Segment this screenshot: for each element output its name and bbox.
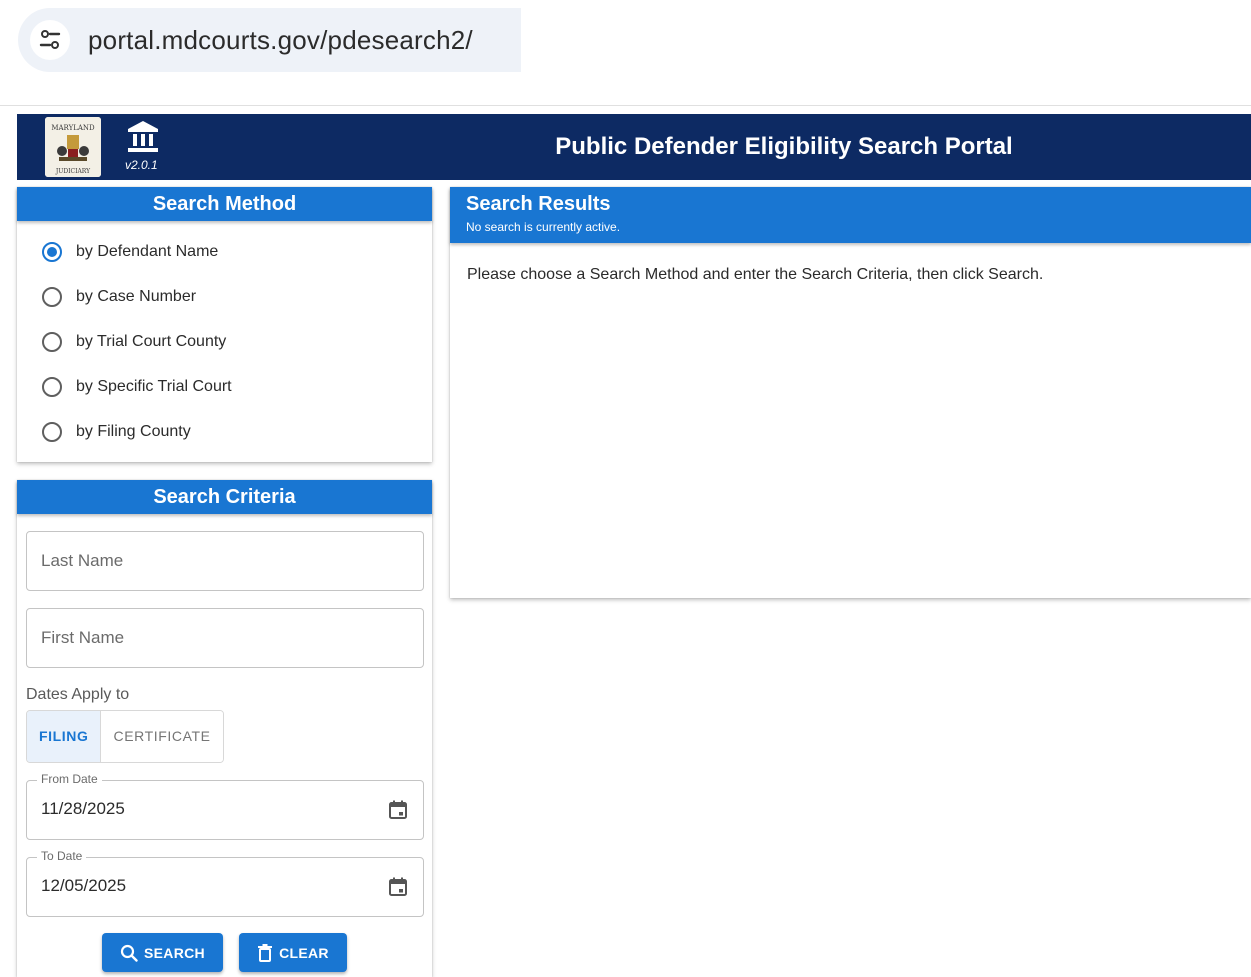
svg-text:JUDICIARY: JUDICIARY <box>55 168 91 175</box>
tune-icon[interactable] <box>30 20 70 60</box>
radio-case-number[interactable]: by Case Number <box>17 274 432 319</box>
search-method-title: Search Method <box>17 187 432 221</box>
maryland-judiciary-seal-logo: MARYLAND JUDICIARY <box>45 117 101 177</box>
page-title: Public Defender Eligibility Search Porta… <box>555 133 1013 160</box>
search-method-options: by Defendant Name by Case Number by Tria… <box>17 221 432 454</box>
first-name-field[interactable] <box>26 608 424 668</box>
dates-apply-toggle: FILING CERTIFICATE <box>26 710 224 763</box>
search-results-header: Search Results No search is currently ac… <box>450 187 1251 243</box>
search-results-title: Search Results <box>466 193 611 215</box>
address-bar[interactable]: portal.mdcourts.gov/pdesearch2/ <box>18 8 521 72</box>
radio-unchecked-icon[interactable] <box>42 376 62 397</box>
radio-filing-county[interactable]: by Filing County <box>17 409 432 454</box>
radio-unchecked-icon[interactable] <box>42 286 62 307</box>
to-date-value[interactable]: 12/05/2025 <box>41 876 126 896</box>
toggle-filing[interactable]: FILING <box>27 711 102 762</box>
search-criteria-title: Search Criteria <box>17 480 432 514</box>
radio-label: by Case Number <box>76 287 197 305</box>
from-date-value[interactable]: 11/28/2025 <box>41 799 125 819</box>
to-date-field[interactable]: To Date 12/05/2025 <box>26 849 424 917</box>
radio-label: by Trial Court County <box>76 332 227 350</box>
search-results-status: No search is currently active. <box>466 220 621 234</box>
version-label: v2.0.1 <box>125 158 158 172</box>
toolbar-divider <box>0 105 1251 106</box>
toggle-certificate[interactable]: CERTIFICATE <box>101 711 223 762</box>
app-header: MARYLAND JUDICIARY v2.0.1 Public Defende… <box>17 114 1251 180</box>
search-icon <box>120 944 138 962</box>
radio-trial-court-county[interactable]: by Trial Court County <box>17 319 432 364</box>
search-results-message: Please choose a Search Method and enter … <box>467 266 1044 283</box>
clear-button[interactable]: CLEAR <box>239 933 347 972</box>
from-date-label: From Date <box>37 772 102 786</box>
radio-checked-icon[interactable] <box>42 241 62 262</box>
from-date-field[interactable]: From Date 11/28/2025 <box>26 772 424 840</box>
url-text[interactable]: portal.mdcourts.gov/pdesearch2/ <box>88 25 473 56</box>
search-button[interactable]: SEARCH <box>102 933 223 972</box>
search-results-panel: Search Results No search is currently ac… <box>450 187 1251 598</box>
search-button-label: SEARCH <box>144 944 205 961</box>
last-name-field[interactable] <box>26 531 424 591</box>
radio-defendant-name[interactable]: by Defendant Name <box>17 229 432 274</box>
radio-specific-trial-court[interactable]: by Specific Trial Court <box>17 364 432 409</box>
trash-icon <box>258 943 273 962</box>
clear-button-label: CLEAR <box>279 944 329 961</box>
calendar-icon[interactable] <box>387 876 409 898</box>
radio-unchecked-icon[interactable] <box>42 421 62 442</box>
radio-label: by Defendant Name <box>76 242 219 260</box>
calendar-icon[interactable] <box>387 799 409 821</box>
search-method-panel: Search Method by Defendant Name by Case … <box>17 187 432 462</box>
radio-label: by Specific Trial Court <box>76 377 232 395</box>
dates-apply-label: Dates Apply to <box>26 686 130 703</box>
radio-label: by Filing County <box>76 422 191 440</box>
courthouse-icon <box>128 121 158 152</box>
last-name-input[interactable] <box>41 551 381 571</box>
first-name-input[interactable] <box>41 628 381 648</box>
svg-text:MARYLAND: MARYLAND <box>51 124 95 132</box>
radio-unchecked-icon[interactable] <box>42 331 62 352</box>
search-criteria-panel: Search Criteria Dates Apply to FILING CE… <box>17 480 432 977</box>
to-date-label: To Date <box>37 849 87 863</box>
